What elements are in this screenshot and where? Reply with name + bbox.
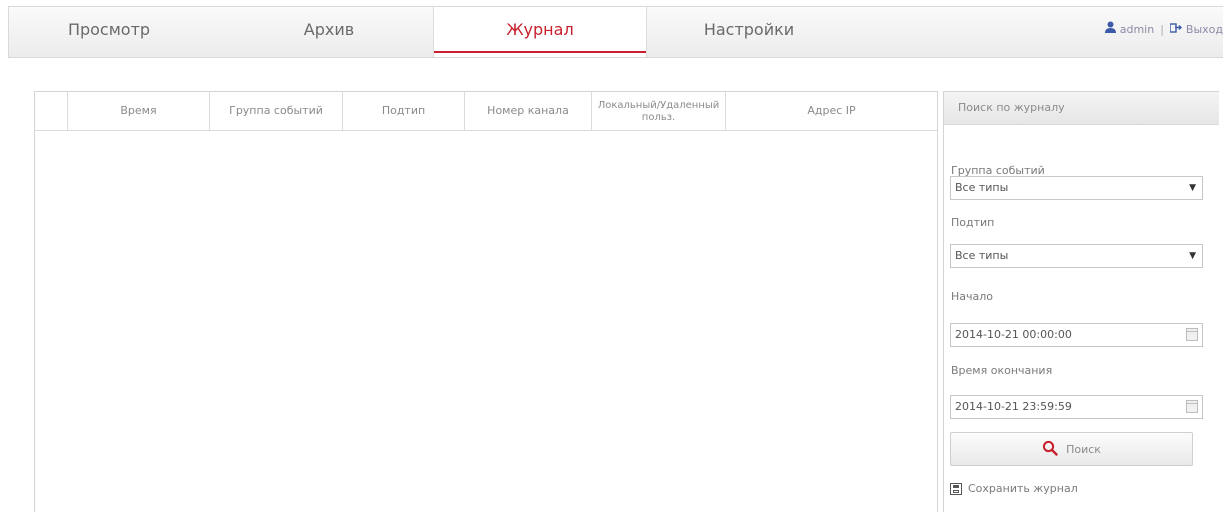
- column-header-index: [35, 92, 68, 130]
- start-time-value: 2014-10-21 00:00:00: [955, 328, 1072, 341]
- tab-playback[interactable]: Архив: [229, 7, 429, 57]
- calendar-icon[interactable]: [1186, 400, 1198, 413]
- column-header-channel-number[interactable]: Номер канала: [465, 92, 592, 130]
- dropdown-arrow-icon: ▼: [1189, 251, 1196, 261]
- subtype-label: Подтип: [951, 216, 995, 229]
- save-log-label: Сохранить журнал: [968, 482, 1078, 495]
- start-time-label: Начало: [951, 290, 994, 303]
- event-group-select[interactable]: Все типы ▼: [950, 176, 1203, 200]
- dropdown-arrow-icon: ▼: [1189, 183, 1196, 193]
- username-link[interactable]: admin: [1120, 23, 1154, 36]
- column-header-local-remote-user[interactable]: Локальный/Удаленный польз.: [592, 92, 726, 130]
- end-time-input[interactable]: 2014-10-21 23:59:59: [950, 395, 1203, 419]
- tab-configuration[interactable]: Настройки: [649, 7, 849, 57]
- start-time-input[interactable]: 2014-10-21 00:00:00: [950, 323, 1203, 347]
- subtype-value: Все типы: [955, 249, 1009, 262]
- calendar-icon[interactable]: [1186, 328, 1198, 341]
- logout-link[interactable]: Выход: [1186, 23, 1223, 36]
- save-log-button[interactable]: Сохранить журнал: [950, 482, 1078, 495]
- end-time-value: 2014-10-21 23:59:59: [955, 400, 1072, 413]
- top-navbar: Просмотр Архив Журнал Настройки admin | В…: [8, 6, 1223, 58]
- search-button[interactable]: Поиск: [950, 432, 1193, 466]
- column-header-ip-address[interactable]: Адрес IP: [726, 92, 937, 130]
- logout-icon[interactable]: [1169, 7, 1182, 53]
- search-panel-title: Поиск по журналу: [944, 92, 1219, 125]
- tab-live-view[interactable]: Просмотр: [9, 7, 209, 57]
- column-header-subtype[interactable]: Подтип: [343, 92, 465, 130]
- event-group-value: Все типы: [955, 181, 1009, 194]
- separator: |: [1160, 23, 1164, 36]
- end-time-label: Время окончания: [951, 364, 1053, 377]
- user-icon: [1104, 7, 1116, 53]
- search-icon: [1042, 440, 1058, 459]
- table-header: Время Группа событий Подтип Номер канала…: [35, 92, 937, 131]
- save-icon: [950, 482, 962, 495]
- user-area: admin | Выход: [1104, 7, 1223, 57]
- subtype-select[interactable]: Все типы ▼: [950, 244, 1203, 268]
- log-search-panel: Поиск по журналу Группа событий Все типы…: [943, 91, 1219, 512]
- column-header-event-group[interactable]: Группа событий: [210, 92, 343, 130]
- search-button-label: Поиск: [1066, 442, 1101, 456]
- log-table: Время Группа событий Подтип Номер канала…: [34, 91, 938, 512]
- tab-log[interactable]: Журнал: [433, 7, 647, 57]
- column-header-time[interactable]: Время: [68, 92, 210, 130]
